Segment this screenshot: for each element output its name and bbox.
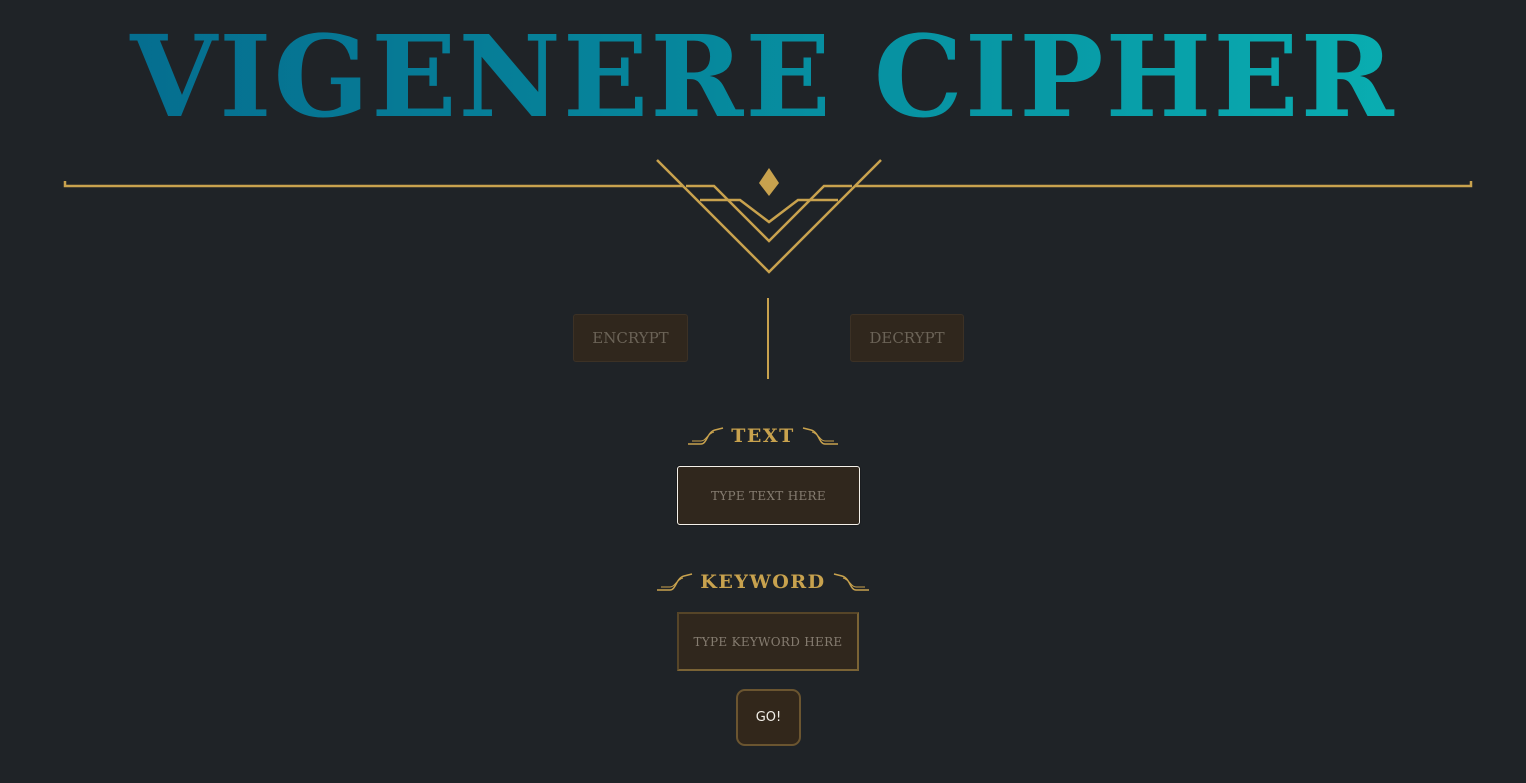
keyword-label-row: KEYWORD [0, 571, 1526, 593]
keyword-input[interactable] [677, 612, 859, 671]
go-button[interactable]: GO! [736, 689, 801, 746]
text-label: TEXT [731, 425, 795, 447]
mode-separator [767, 298, 769, 379]
label-flourish-left-icon [688, 427, 724, 445]
label-flourish-right-icon [802, 427, 838, 445]
text-label-row: TEXT [0, 425, 1526, 447]
decrypt-button[interactable]: DECRYPT [850, 314, 964, 362]
page-title: VIGENERE CIPHER [0, 18, 1526, 138]
keyword-label: KEYWORD [700, 571, 826, 593]
text-input[interactable] [677, 466, 860, 525]
label-flourish-right-icon [833, 573, 869, 591]
encrypt-button[interactable]: ENCRYPT [573, 314, 688, 362]
ornament-divider-icon [63, 159, 1473, 274]
label-flourish-left-icon [657, 573, 693, 591]
